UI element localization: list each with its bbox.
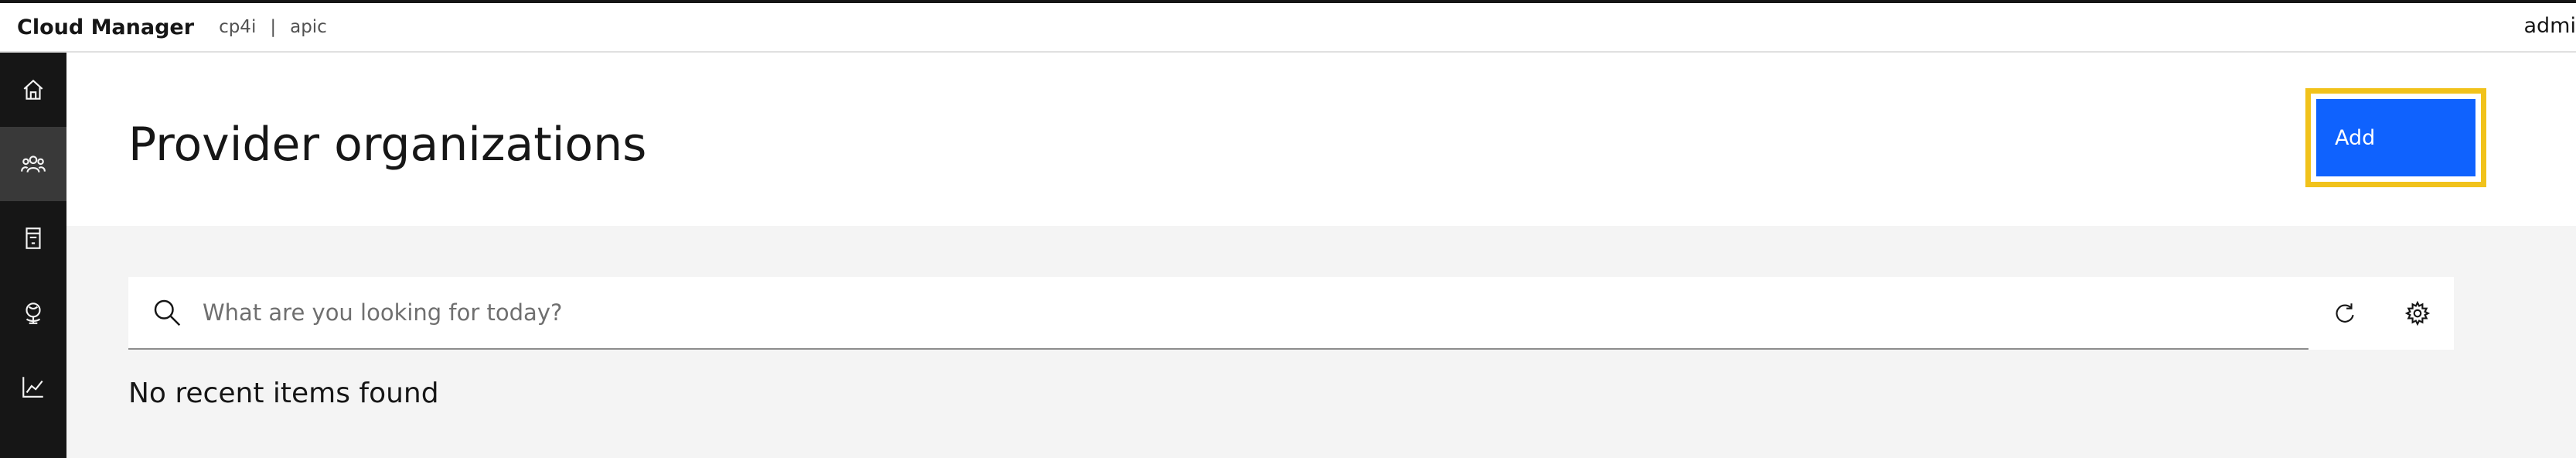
nav-topology[interactable] — [0, 275, 66, 350]
breadcrumb: cp4i | apic — [219, 17, 327, 37]
nav-provider-organizations[interactable] — [0, 127, 66, 201]
add-button[interactable]: Add — [2316, 99, 2475, 176]
refresh-button[interactable] — [2309, 277, 2381, 350]
empty-state-message: No recent items found — [128, 378, 439, 409]
users-icon — [21, 156, 46, 173]
globe-icon — [26, 302, 41, 324]
side-nav-rail — [0, 53, 66, 458]
user-menu[interactable]: admi — [2524, 14, 2576, 38]
app-title[interactable]: Cloud Manager — [17, 15, 194, 39]
breadcrumb-separator: | — [270, 17, 277, 37]
analytics-icon — [22, 377, 43, 398]
search-icon — [154, 299, 181, 326]
home-icon — [23, 79, 43, 100]
search-input[interactable] — [201, 278, 2309, 347]
gear-icon — [2404, 300, 2431, 326]
settings-button[interactable] — [2381, 277, 2454, 350]
breadcrumb-item-apic[interactable]: apic — [290, 17, 327, 37]
page-title: Provider organizations — [128, 118, 647, 172]
catalog-icon — [26, 227, 41, 249]
nav-home[interactable] — [0, 53, 66, 127]
refresh-icon — [2336, 303, 2354, 323]
nav-analytics[interactable] — [0, 350, 66, 424]
search-toolbar — [128, 277, 2454, 350]
search-box — [128, 277, 2309, 350]
page-header: Provider organizations Add — [66, 53, 2576, 226]
top-header: Cloud Manager cp4i | apic admi — [0, 0, 2576, 53]
breadcrumb-item-cp4i[interactable]: cp4i — [219, 17, 256, 37]
add-button-focus-ring: Add — [2305, 88, 2486, 187]
nav-catalog[interactable] — [0, 201, 66, 275]
